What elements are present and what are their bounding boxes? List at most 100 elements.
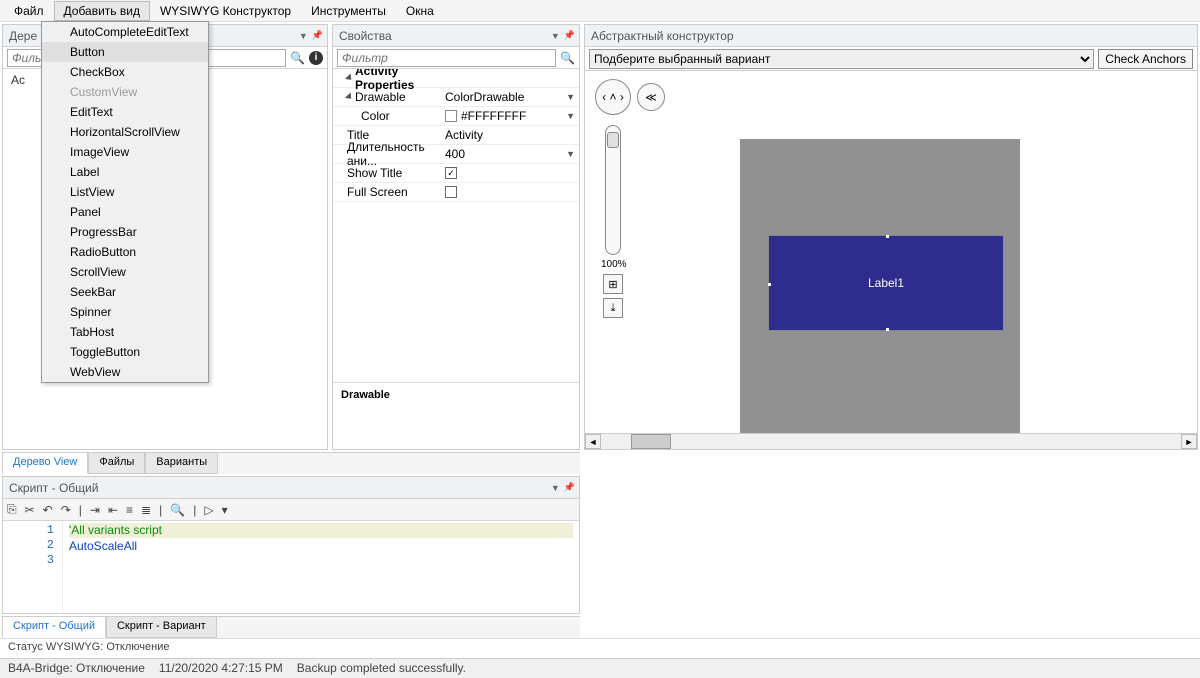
code-editor[interactable]: 123 'All variants script AutoScaleAll — [3, 521, 579, 613]
tab-script-variant[interactable]: Скрипт - Вариант — [106, 617, 217, 638]
props-filter-input[interactable] — [337, 49, 556, 67]
dropdown-item[interactable]: Spinner — [42, 302, 208, 322]
script-pane: Скрипт - Общий ▼📌 ⎘ ✂ ↶ ↷ | ⇥ ⇤ ≡ ≣ | 🔍 … — [2, 476, 580, 614]
script-header: Скрипт - Общий ▼📌 — [3, 477, 579, 499]
copy-icon[interactable]: ⎘ — [7, 502, 17, 517]
cut-icon[interactable]: ✂ — [25, 503, 35, 517]
tab-files[interactable]: Файлы — [88, 453, 145, 474]
dropdown-icon[interactable]: ▼ — [551, 31, 560, 41]
device-canvas[interactable]: Label1 Button1 — [740, 139, 1020, 433]
add-view-dropdown: AutoCompleteEditText Button CheckBox Cus… — [41, 21, 209, 383]
dropdown-item[interactable]: Panel — [42, 202, 208, 222]
menu-add-view[interactable]: Добавить вид — [54, 1, 150, 21]
dropdown-icon[interactable]: ▼ — [299, 31, 308, 41]
dropdown-item[interactable]: ScrollView — [42, 262, 208, 282]
indent-icon[interactable]: ⇥ — [90, 503, 100, 517]
dropdown-item[interactable]: ProgressBar — [42, 222, 208, 242]
search-icon[interactable]: 🔍 — [170, 503, 185, 517]
pin-icon[interactable]: 📌 — [564, 30, 575, 41]
dropdown-item[interactable]: WebView — [42, 362, 208, 382]
prop-value[interactable]: 400 — [445, 147, 465, 161]
variant-select[interactable]: Подберите выбранный вариант — [589, 49, 1094, 69]
zoom-fit-button[interactable]: ⊞ — [603, 274, 623, 294]
label1-text: Label1 — [868, 276, 904, 290]
chevron-down-icon[interactable]: ▼ — [566, 111, 575, 121]
checkbox-unchecked[interactable] — [445, 186, 457, 198]
format2-icon[interactable]: ≣ — [141, 503, 151, 517]
prop-group[interactable]: Activity Properties — [355, 69, 443, 92]
script-toolbar: ⎘ ✂ ↶ ↷ | ⇥ ⇤ ≡ ≣ | 🔍 | ▷ ▾ — [3, 499, 579, 521]
code-line-1: 'All variants script — [69, 523, 162, 537]
props-header: Свойства ▼📌 — [333, 25, 579, 47]
dropdown-item[interactable]: ListView — [42, 182, 208, 202]
dropdown-item-button[interactable]: Button — [42, 42, 208, 62]
scroll-thumb[interactable] — [631, 434, 671, 449]
status-bridge: B4A-Bridge: Отключение — [8, 661, 145, 676]
dropdown-item[interactable]: ImageView — [42, 142, 208, 162]
tab-tree-view[interactable]: Дерево View — [2, 453, 88, 474]
prop-name: Color — [361, 109, 390, 123]
design-label1[interactable]: Label1 — [768, 235, 1004, 331]
zoom-actual-button[interactable]: ⤓ — [603, 298, 623, 318]
menu-wysiwyg[interactable]: WYSIWYG Конструктор — [150, 1, 301, 21]
properties-pane: Свойства ▼📌 🔍 Activity Properties Drawab… — [332, 24, 580, 450]
dropdown-item[interactable]: EditText — [42, 102, 208, 122]
color-swatch[interactable] — [445, 110, 457, 122]
prop-value[interactable]: #FFFFFFFF — [461, 109, 526, 123]
props-body: Activity Properties DrawableColorDrawabl… — [333, 69, 579, 449]
zoom-slider[interactable] — [605, 125, 621, 255]
undo-icon[interactable]: ↶ — [43, 503, 53, 517]
chevron-down-icon[interactable]: ▼ — [566, 149, 575, 159]
menu-tools[interactable]: Инструменты — [301, 1, 396, 21]
design-title: Абстрактный конструктор — [591, 29, 734, 43]
status-time: 11/20/2020 4:27:15 PM — [159, 661, 283, 676]
scroll-right-icon[interactable]: ► — [1181, 434, 1197, 449]
chevron-down-icon[interactable]: ▼ — [566, 92, 575, 102]
redo-icon[interactable]: ↷ — [61, 503, 71, 517]
design-controls: Подберите выбранный вариант Check Anchor… — [585, 47, 1197, 71]
status-bar: B4A-Bridge: Отключение 11/20/2020 4:27:1… — [0, 658, 1200, 678]
check-anchors-button[interactable]: Check Anchors — [1098, 49, 1193, 69]
tab-script-general[interactable]: Скрипт - Общий — [2, 617, 106, 638]
left-tabs: Дерево View Файлы Варианты — [2, 452, 580, 474]
code-body[interactable]: 'All variants script AutoScaleAll — [63, 521, 579, 613]
prop-name: Длительность ани... — [347, 140, 443, 168]
info-icon[interactable]: i — [309, 51, 323, 65]
scroll-left-icon[interactable]: ◄ — [585, 434, 601, 449]
dropdown-item[interactable]: CheckBox — [42, 62, 208, 82]
zoom-controls: 100% ⊞ ⤓ — [601, 125, 625, 322]
script-tabs: Скрипт - Общий Скрипт - Вариант — [2, 616, 580, 638]
horizontal-scrollbar[interactable]: ◄ ► — [585, 433, 1197, 449]
search-icon[interactable]: 🔍 — [560, 51, 575, 65]
dropdown-item[interactable]: Label — [42, 162, 208, 182]
dropdown-icon[interactable]: ▼ — [551, 483, 560, 493]
dropdown-item[interactable]: AutoCompleteEditText — [42, 22, 208, 42]
pan-control[interactable]: ‹ ˄ › — [595, 79, 631, 115]
dropdown-item[interactable]: ToggleButton — [42, 342, 208, 362]
checkbox-checked[interactable]: ✓ — [445, 167, 457, 179]
run-dropdown-icon[interactable]: ▾ — [222, 503, 228, 517]
menu-file[interactable]: Файл — [4, 1, 54, 21]
outdent-icon[interactable]: ⇤ — [108, 503, 118, 517]
drawable-label: Drawable — [333, 382, 579, 407]
dropdown-item[interactable]: HorizontalScrollView — [42, 122, 208, 142]
dropdown-item[interactable]: RadioButton — [42, 242, 208, 262]
zoom-thumb[interactable] — [607, 132, 619, 148]
pin-icon[interactable]: 📌 — [312, 30, 323, 41]
dropdown-item[interactable]: TabHost — [42, 322, 208, 342]
zoom-label: 100% — [601, 259, 625, 270]
tab-variants[interactable]: Варианты — [145, 453, 218, 474]
run-icon[interactable]: ▷ — [204, 503, 213, 517]
prop-name: Drawable — [355, 90, 406, 104]
canvas-area[interactable]: ‹ ˄ › ≪ 100% ⊞ ⤓ Label1 Button1 — [585, 71, 1197, 433]
prop-value[interactable]: Activity — [445, 128, 483, 142]
code-line-2: AutoScaleAll — [69, 539, 137, 553]
rewind-button[interactable]: ≪ — [637, 83, 665, 111]
prop-value[interactable]: ColorDrawable — [445, 90, 524, 104]
pin-icon[interactable]: 📌 — [564, 482, 575, 493]
menu-windows[interactable]: Окна — [396, 1, 444, 21]
dropdown-item[interactable]: SeekBar — [42, 282, 208, 302]
tree-root[interactable]: Ac — [11, 73, 25, 87]
format-icon[interactable]: ≡ — [126, 503, 133, 517]
search-icon[interactable]: 🔍 — [290, 51, 305, 65]
